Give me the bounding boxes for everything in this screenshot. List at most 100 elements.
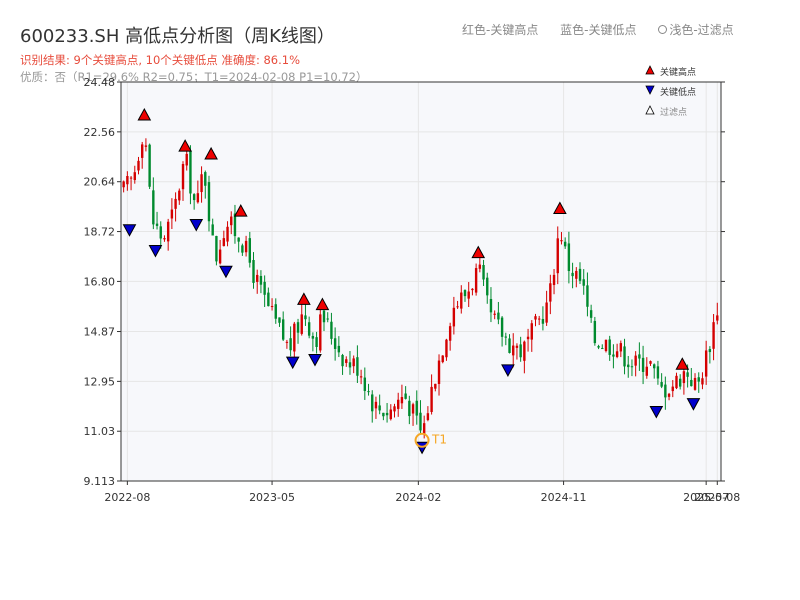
candle-body [189,150,192,194]
candle-body [545,302,548,323]
candle-body [226,226,229,242]
candle-body [627,364,630,368]
candle-body [133,172,136,181]
candle-body [619,343,623,352]
y-tick-label: 12.95 [84,375,116,388]
candle-body [192,194,196,201]
candle-body [267,292,270,307]
candle-body [482,265,485,280]
candle-body [708,349,712,353]
candle-body [601,348,604,350]
candle-body [582,279,585,286]
candle-body [385,412,389,416]
candle-body [378,405,381,411]
legend-filtered-label: 过滤点 [660,106,687,118]
candle-body [333,338,337,349]
candle-body [608,339,611,355]
candle-body [389,409,392,420]
candle-body [137,160,140,171]
candle-body [682,371,686,384]
candle-body [645,366,648,376]
candle-body [504,336,508,338]
candle-body [560,240,563,242]
y-tick-label: 11.03 [84,425,116,438]
legend-high-label: 关键高点 [660,66,696,78]
candle-body [556,238,559,274]
candle-body [612,354,615,357]
candle-body [571,272,574,277]
candle-body [311,335,315,339]
candle-body [166,221,170,242]
candle-body [200,174,203,193]
candle-body [322,310,326,323]
candle-body [393,406,396,412]
candle-body [367,391,370,393]
candle-body [445,339,448,358]
candle-body [211,224,214,236]
candle-body [274,304,277,319]
candle-body [589,310,593,318]
candle-body [463,290,467,297]
candle-body [671,386,674,392]
candle-body [408,400,411,417]
candle-body [456,306,459,308]
candle-body [289,338,292,351]
candle-body [185,153,188,166]
candle-body [345,359,348,363]
candle-body [530,323,533,340]
candle-body [697,377,700,382]
candle-body [404,393,407,399]
candle-body [122,181,125,188]
candle-body [155,223,159,226]
candle-body [430,386,433,412]
candle-body [422,423,426,435]
candle-body [159,226,162,239]
candle-body [549,283,552,302]
candle-body [578,268,582,281]
candle-body [337,345,341,353]
candle-body [641,357,645,372]
candle-body [371,394,374,412]
candle-body [259,275,263,285]
candle-body [690,379,693,387]
candle-body [508,338,511,353]
y-tick-label: 22.56 [84,126,116,139]
candle-body [307,322,311,336]
candle-body [218,249,222,264]
candle-body [575,270,578,279]
x-tick-label: 2024-11 [541,491,587,504]
candle-body [586,285,589,307]
candle-body [363,377,367,391]
candle-body [497,312,500,320]
candle-body [541,318,545,324]
candle-body [489,298,493,313]
candle-body [623,346,626,367]
candle-body [181,163,185,190]
candle-body [567,243,571,272]
candle-body [441,355,444,363]
candle-body [534,316,537,320]
candle-body [296,322,300,333]
candle-body [660,382,663,387]
candle-body [341,354,344,367]
y-tick-label: 9.113 [84,475,116,488]
candle-body [471,288,474,291]
candle-body [374,401,378,409]
candle-body [315,337,318,348]
candle-body [382,412,385,417]
y-tick-label: 24.48 [84,76,116,89]
candle-body [712,322,715,349]
candle-body [460,292,463,309]
candle-body [152,190,155,225]
candle-body [281,319,285,340]
candle-body [256,274,259,282]
candle-body [693,377,697,390]
candle-body [686,372,689,377]
candle-body [415,400,418,416]
y-tick-label: 16.80 [84,275,116,288]
candle-body [233,213,237,237]
candle-body [144,145,148,147]
candle-body [701,378,704,385]
candle-body [196,193,200,203]
candle-body [248,238,251,263]
